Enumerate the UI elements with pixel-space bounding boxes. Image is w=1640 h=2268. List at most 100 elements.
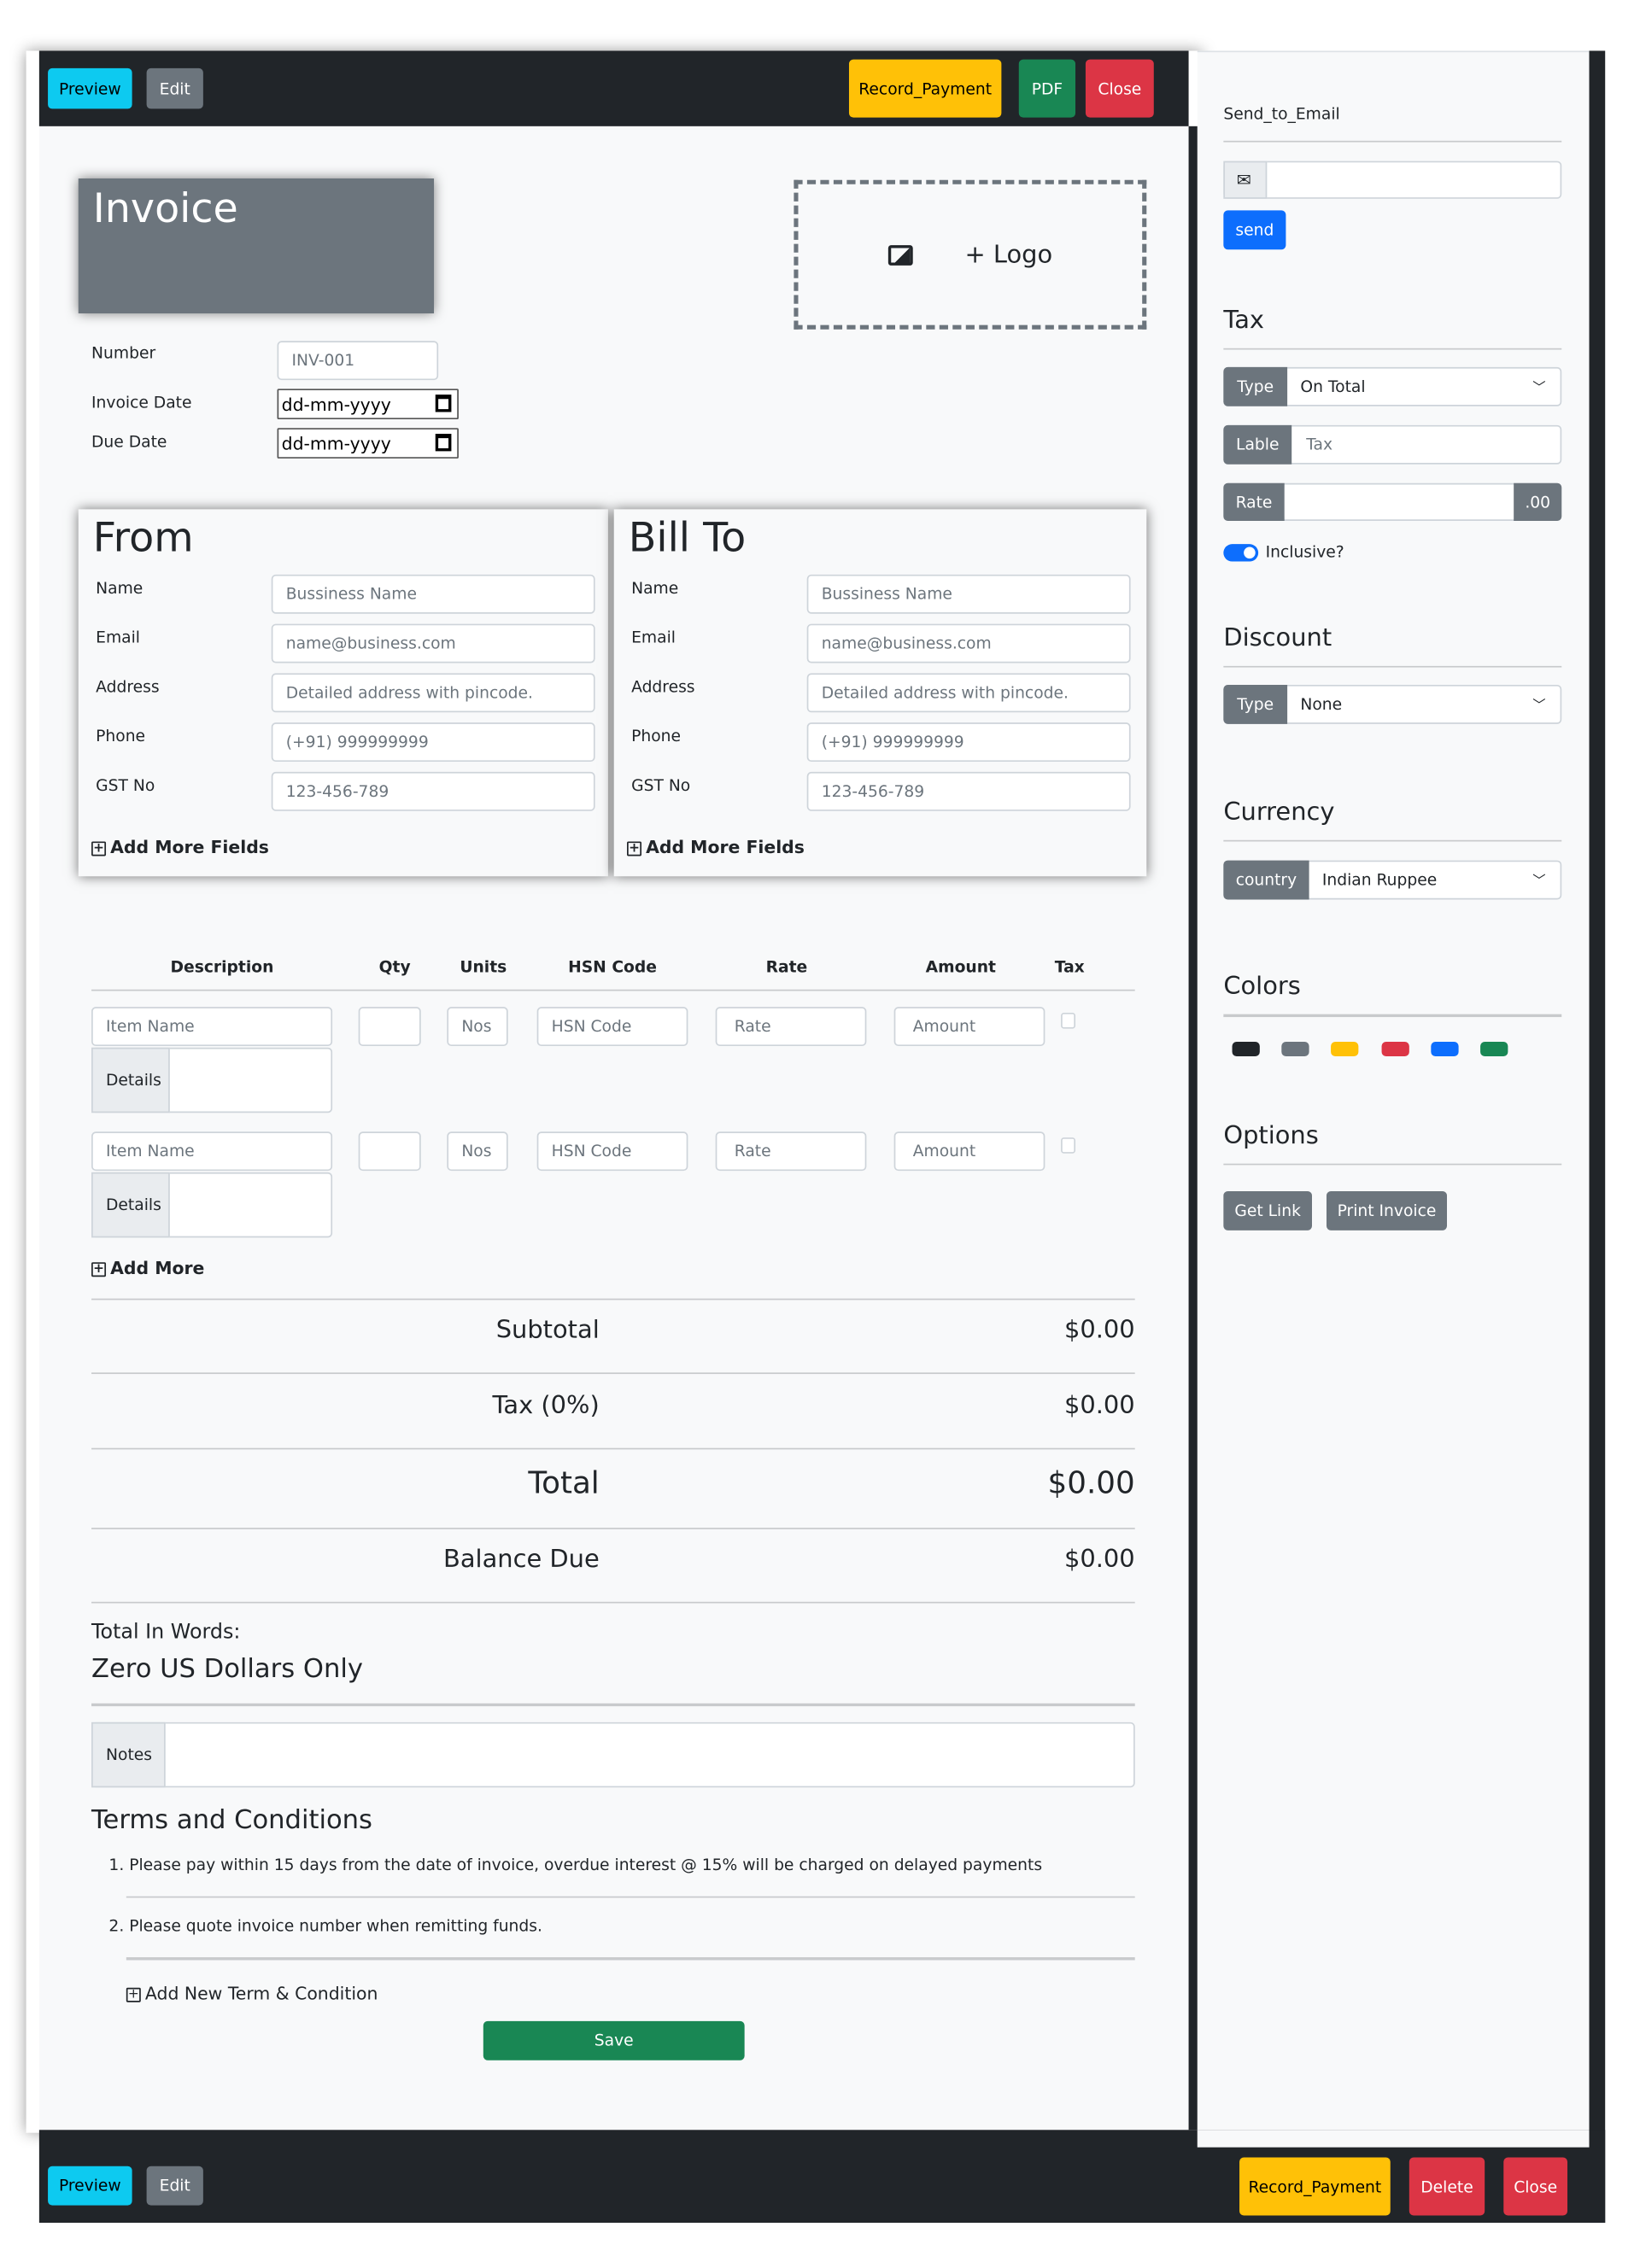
discount-type-label: Type bbox=[1223, 684, 1288, 724]
add-more-items-button[interactable]: + Add More bbox=[91, 1258, 204, 1278]
notes-field[interactable]: Notes bbox=[91, 1721, 1135, 1788]
from-field-label: Name bbox=[96, 578, 144, 599]
color-swatch[interactable] bbox=[1232, 1041, 1260, 1056]
get-link-button[interactable]: Get Link bbox=[1223, 1190, 1312, 1230]
print-invoice-button[interactable]: Print Invoice bbox=[1326, 1190, 1448, 1230]
due-date-input[interactable]: dd-mm-yyyy bbox=[277, 428, 459, 459]
bill_to-field-label: Phone bbox=[631, 727, 682, 746]
column-header: Rate bbox=[765, 957, 808, 977]
inclusive-toggle[interactable] bbox=[1223, 544, 1259, 562]
delete-button[interactable]: Delete bbox=[1409, 2157, 1485, 2216]
rate-input[interactable]: Rate bbox=[715, 1007, 867, 1047]
plus-square-icon: + bbox=[91, 840, 107, 856]
units-input[interactable]: Nos bbox=[447, 1131, 508, 1172]
tax-label-placeholder: Tax bbox=[1306, 435, 1333, 454]
bill_to-field-input[interactable]: 123-456-789 bbox=[806, 771, 1131, 811]
bill_to-field-input[interactable]: Bussiness Name bbox=[806, 574, 1131, 614]
from-field-label: Address bbox=[96, 677, 160, 697]
tax-checkbox[interactable] bbox=[1061, 1137, 1076, 1154]
record-payment-button[interactable]: Record_Payment bbox=[848, 59, 1002, 118]
color-swatch[interactable] bbox=[1281, 1041, 1309, 1056]
tax-value: $0.00 bbox=[1063, 1391, 1135, 1421]
from-field-input[interactable]: Detailed address with pincode. bbox=[271, 673, 595, 713]
number-input[interactable]: INV-001 bbox=[277, 341, 439, 381]
bill_to-field-input[interactable]: Detailed address with pincode. bbox=[806, 673, 1131, 713]
units-input[interactable]: Nos bbox=[447, 1007, 508, 1047]
amount-input[interactable]: Amount bbox=[893, 1007, 1046, 1047]
qty-input[interactable] bbox=[358, 1007, 421, 1047]
image-icon bbox=[887, 244, 913, 266]
terms-title: Terms and Conditions bbox=[91, 1804, 372, 1836]
divider bbox=[126, 1957, 1135, 1961]
placeholder: name@business.com bbox=[285, 634, 456, 653]
hsn-input[interactable]: HSN Code bbox=[536, 1131, 688, 1172]
from-field-input[interactable]: 123-456-789 bbox=[271, 771, 595, 811]
bill_to-field-input[interactable]: name@business.com bbox=[806, 623, 1131, 663]
placeholder: Amount bbox=[912, 1017, 976, 1037]
placeholder: 123-456-789 bbox=[821, 781, 925, 801]
currency-country-label: country bbox=[1223, 860, 1309, 900]
add-term-button[interactable]: + Add New Term & Condition bbox=[126, 1984, 378, 2003]
tax-checkbox[interactable] bbox=[1061, 1012, 1076, 1029]
send-button[interactable]: send bbox=[1223, 210, 1286, 250]
divider bbox=[91, 1372, 1135, 1375]
tax-label: Tax (0%) bbox=[492, 1391, 600, 1421]
color-swatch[interactable] bbox=[1430, 1041, 1459, 1056]
item-name-input[interactable]: Item Name bbox=[91, 1131, 333, 1172]
logo-label: + Logo bbox=[964, 240, 1053, 270]
placeholder: Amount bbox=[912, 1142, 976, 1161]
send-email-title: Send_to_Email bbox=[1223, 104, 1340, 124]
placeholder: Rate bbox=[734, 1017, 771, 1037]
bill_to-field-label: Email bbox=[631, 628, 676, 647]
tax-rate-label: Rate bbox=[1223, 482, 1285, 521]
save-button[interactable]: Save bbox=[483, 2020, 745, 2060]
invoice-date-input[interactable]: dd-mm-yyyy bbox=[277, 389, 459, 420]
from-field-input[interactable]: name@business.com bbox=[271, 623, 595, 663]
placeholder: (+91) 999999999 bbox=[285, 733, 429, 752]
notes-label: Notes bbox=[91, 1721, 166, 1788]
close-button[interactable]: Close bbox=[1085, 59, 1154, 118]
bottom-close-button[interactable]: Close bbox=[1503, 2157, 1568, 2216]
bottom-edit-button[interactable]: Edit bbox=[146, 2166, 203, 2206]
toggle-knob bbox=[1244, 547, 1256, 559]
from-field-input[interactable]: (+91) 999999999 bbox=[271, 722, 595, 763]
placeholder: Item Name bbox=[106, 1017, 195, 1037]
bill_to-field-input[interactable]: (+91) 999999999 bbox=[806, 722, 1131, 763]
add-more-label: Add More bbox=[110, 1258, 205, 1278]
tax-type-label: Type bbox=[1223, 366, 1288, 406]
bottom-record-payment-button[interactable]: Record_Payment bbox=[1239, 2157, 1391, 2216]
plus-square-icon: + bbox=[91, 1261, 107, 1277]
bottom-preview-button[interactable]: Preview bbox=[48, 2166, 132, 2206]
calendar-icon[interactable] bbox=[435, 395, 452, 412]
tax-rate-suffix: .00 bbox=[1514, 482, 1562, 521]
total-in-words-value: Zero US Dollars Only bbox=[91, 1653, 363, 1685]
pdf-button[interactable]: PDF bbox=[1018, 59, 1076, 118]
tax-type-value: On Total bbox=[1300, 377, 1366, 396]
column-header: HSN Code bbox=[568, 957, 657, 977]
invoice-title-box: Invoice bbox=[78, 178, 435, 314]
item-name-input[interactable]: Item Name bbox=[91, 1007, 333, 1047]
divider bbox=[91, 1528, 1135, 1529]
sidebar-bottom bbox=[1197, 2130, 1590, 2148]
edit-button[interactable]: Edit bbox=[146, 67, 203, 109]
amount-input[interactable]: Amount bbox=[893, 1131, 1046, 1172]
placeholder: (+91) 999999999 bbox=[821, 733, 964, 752]
hsn-input[interactable]: HSN Code bbox=[536, 1007, 688, 1047]
logo-upload[interactable]: + Logo bbox=[794, 179, 1147, 330]
from-add-more-fields[interactable]: + Add More Fields bbox=[91, 837, 269, 857]
color-swatch[interactable] bbox=[1480, 1041, 1508, 1056]
placeholder: Rate bbox=[734, 1142, 771, 1161]
color-swatch[interactable] bbox=[1331, 1041, 1360, 1056]
calendar-icon[interactable] bbox=[435, 434, 452, 452]
from-field-input[interactable]: Bussiness Name bbox=[271, 574, 595, 614]
rate-input[interactable]: Rate bbox=[715, 1131, 867, 1172]
email-input[interactable] bbox=[1223, 161, 1562, 199]
qty-input[interactable] bbox=[358, 1131, 421, 1172]
chevron-down-icon: ﹀ bbox=[1532, 699, 1546, 714]
divider bbox=[126, 1896, 1135, 1898]
bill_to-add-more-fields[interactable]: + Add More Fields bbox=[627, 837, 805, 857]
placeholder: Bussiness Name bbox=[821, 584, 952, 604]
color-swatch[interactable] bbox=[1380, 1041, 1409, 1056]
balance-value: $0.00 bbox=[1063, 1545, 1135, 1575]
preview-button[interactable]: Preview bbox=[48, 67, 132, 109]
